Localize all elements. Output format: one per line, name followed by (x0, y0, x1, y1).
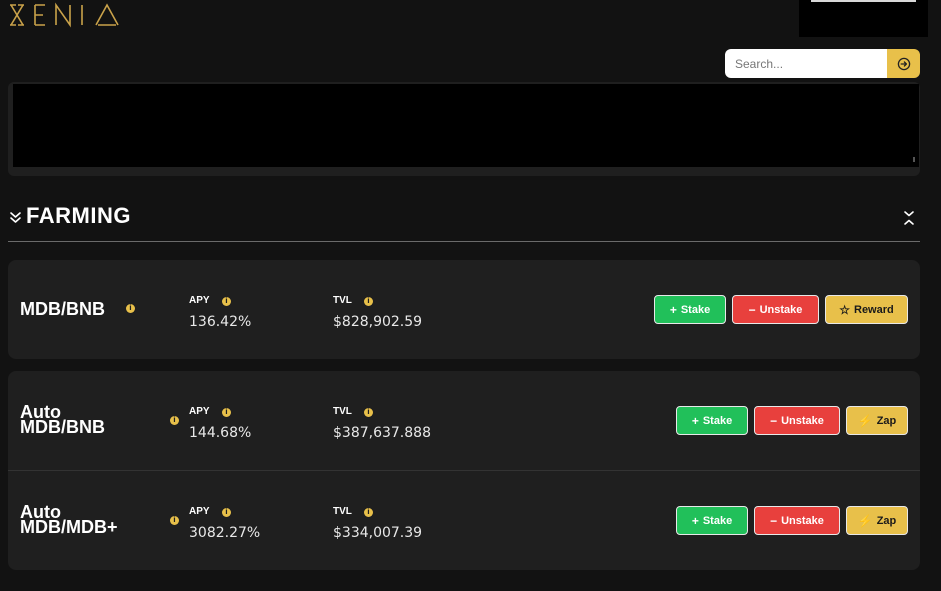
search-submit-button[interactable] (887, 49, 920, 78)
tvl-value: $387,637.888 (333, 425, 431, 441)
bolt-icon: ⚡ (857, 413, 873, 428)
unstake-button[interactable]: − Unstake (754, 406, 840, 435)
pool-name: Auto MDB/BNB (20, 403, 105, 437)
tvl-label: TVL (333, 406, 352, 417)
stake-button-label: Stake (702, 514, 733, 527)
tvl-label: TVL (333, 295, 352, 306)
arrow-circle-right-icon (897, 57, 910, 70)
tvl-info-icon[interactable]: i (364, 297, 373, 306)
stake-button[interactable]: + Stake (676, 406, 748, 435)
collapse-toggle-icon[interactable] (903, 210, 915, 226)
stake-button[interactable]: + Stake (676, 506, 748, 535)
pool-name: Auto MDB/MDB+ (20, 503, 118, 537)
zap-button[interactable]: ⚡ Zap (846, 406, 908, 435)
plus-icon: + (691, 513, 699, 528)
apy-info-icon[interactable]: i (222, 297, 231, 306)
stake-button-label: Stake (680, 303, 711, 316)
reward-button[interactable]: ☆ Reward (825, 295, 908, 324)
farming-section-header: FARMING (8, 201, 920, 242)
apy-label: APY (189, 406, 210, 417)
pool-name-line2: MDB/BNB (20, 417, 105, 437)
apy-value: 144.68% (189, 425, 252, 441)
stake-button-label: Stake (702, 414, 733, 427)
pool-row: Auto MDB/BNB i APY i 144.68% TVL i $387,… (8, 371, 920, 470)
tvl-label: TVL (333, 506, 352, 517)
pool-card: Auto MDB/BNB i APY i 144.68% TVL i $387,… (8, 371, 920, 570)
pool-name: MDB/BNB (20, 299, 105, 319)
stake-button[interactable]: + Stake (654, 295, 726, 324)
account-area-border (811, 0, 916, 2)
plus-icon: + (691, 413, 699, 428)
double-chevron-down-icon[interactable] (8, 210, 24, 226)
xenia-logo[interactable] (8, 2, 122, 28)
tvl-value: $828,902.59 (333, 314, 423, 330)
tvl-value: $334,007.39 (333, 525, 423, 541)
search-input[interactable] (725, 49, 887, 78)
pool-info-icon[interactable]: i (170, 416, 179, 425)
unstake-button[interactable]: − Unstake (754, 506, 840, 535)
bolt-icon: ⚡ (857, 513, 873, 528)
apy-label: APY (189, 295, 210, 306)
pool-row: MDB/BNB i APY i 136.42% TVL i $828,902.5… (8, 260, 920, 359)
zap-button[interactable]: ⚡ Zap (846, 506, 908, 535)
minus-icon: − (770, 513, 778, 528)
zap-button-label: Zap (876, 414, 897, 427)
unstake-button[interactable]: − Unstake (732, 295, 819, 324)
star-icon: ☆ (839, 302, 850, 317)
account-area[interactable] (799, 0, 928, 37)
search-bar (725, 49, 920, 78)
unstake-button-label: Unstake (759, 303, 803, 316)
pool-name-line2: MDB/MDB+ (20, 517, 118, 537)
tvl-info-icon[interactable]: i (364, 408, 373, 417)
banner-scroll-indicator (913, 157, 915, 162)
tvl-info-icon[interactable]: i (364, 508, 373, 517)
pool-info-icon[interactable]: i (126, 304, 135, 313)
apy-info-icon[interactable]: i (222, 408, 231, 417)
minus-icon: − (770, 413, 778, 428)
banner (13, 84, 919, 167)
zap-button-label: Zap (876, 514, 897, 527)
apy-value: 3082.27% (189, 525, 261, 541)
pool-card: MDB/BNB i APY i 136.42% TVL i $828,902.5… (8, 260, 920, 359)
unstake-button-label: Unstake (781, 414, 824, 427)
unstake-button-label: Unstake (781, 514, 824, 527)
apy-info-icon[interactable]: i (222, 508, 231, 517)
pool-name-line1: MDB/BNB (20, 299, 105, 319)
section-title: FARMING (26, 203, 131, 228)
pool-info-icon[interactable]: i (170, 516, 179, 525)
apy-label: APY (189, 506, 210, 517)
pool-row: Auto MDB/MDB+ i APY i 3082.27% TVL i $33… (8, 471, 920, 570)
plus-icon: + (669, 302, 677, 317)
minus-icon: − (748, 302, 756, 317)
banner-container (8, 82, 920, 176)
reward-button-label: Reward (854, 303, 894, 316)
apy-value: 136.42% (189, 314, 252, 330)
